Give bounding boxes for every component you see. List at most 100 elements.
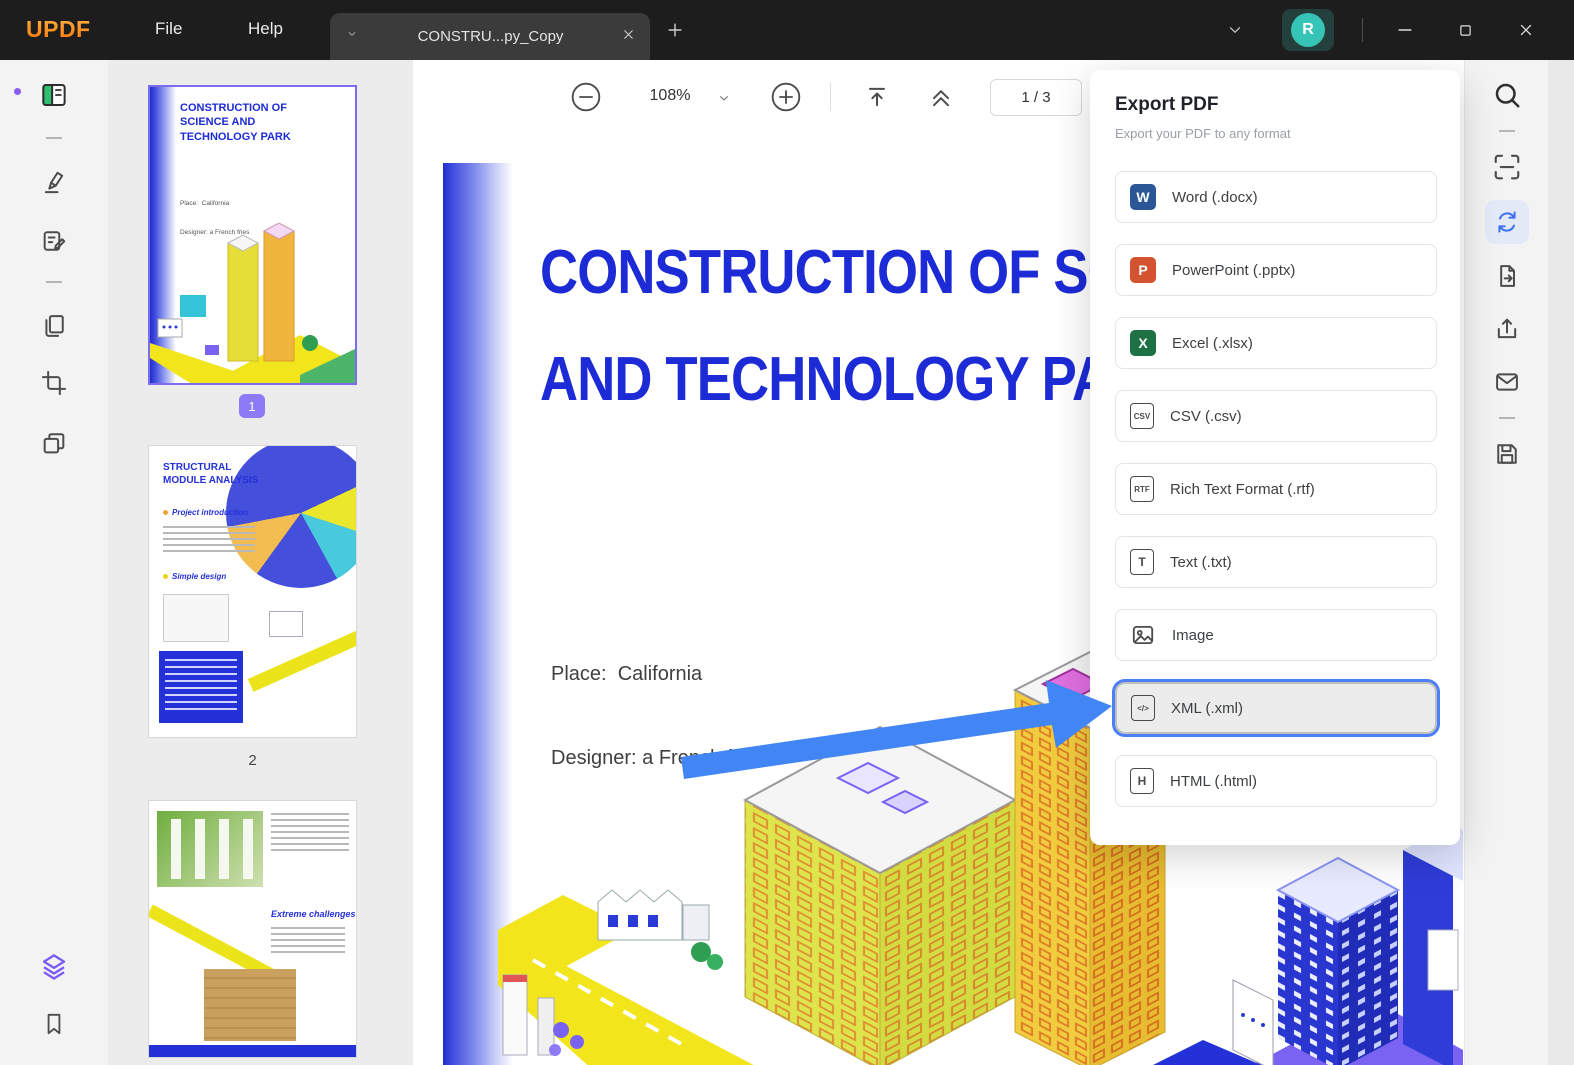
word-icon: W — [1130, 184, 1156, 210]
page-thumbnail-3[interactable]: Extreme challenges — [148, 800, 357, 1058]
zoom-in-icon — [770, 81, 802, 113]
highlight-tool-button[interactable] — [40, 167, 68, 195]
thumb2-bullet1: Project introduction — [163, 508, 248, 517]
export-option-powerpoint[interactable]: P PowerPoint (.pptx) — [1115, 244, 1437, 296]
thumbnail-panel-toggle[interactable] — [39, 80, 69, 110]
save-button[interactable] — [1493, 440, 1521, 468]
thumb2-building-art — [269, 611, 303, 637]
notification-dot — [14, 88, 21, 95]
account-button[interactable]: R — [1282, 9, 1334, 51]
comment-tool-button[interactable] — [40, 227, 68, 255]
previous-view-button[interactable] — [927, 83, 955, 111]
thumb3-photo-green — [157, 811, 263, 887]
zoom-out-button[interactable] — [570, 81, 602, 113]
thumb3-bullet: Extreme challenges — [271, 909, 356, 919]
scrollbar-track[interactable] — [1548, 60, 1574, 1065]
page-indicator[interactable]: 1 / 3 — [990, 79, 1082, 116]
image-icon — [1130, 622, 1156, 648]
tab-close-icon[interactable] — [621, 27, 636, 47]
scroll-to-top-button[interactable] — [863, 83, 891, 111]
export-page-button[interactable] — [1493, 262, 1521, 290]
export-option-text[interactable]: T Text (.txt) — [1115, 536, 1437, 588]
export-option-label: Word (.docx) — [1172, 189, 1258, 206]
export-panel-subtitle: Export your PDF to any format — [1115, 126, 1437, 141]
page-thumbnail-2[interactable]: STRUCTURAL MODULE ANALYSIS Project intro… — [148, 445, 357, 738]
page-edit-button[interactable] — [40, 312, 68, 340]
chevron-down-icon — [716, 90, 732, 106]
thumb1-title: CONSTRUCTION OF SCIENCE AND TECHNOLOGY P… — [180, 101, 330, 144]
highlighter-icon — [40, 167, 68, 195]
maximize-button[interactable] — [1445, 12, 1485, 48]
export-option-csv[interactable]: CSV CSV (.csv) — [1115, 390, 1437, 442]
share-button[interactable] — [1493, 315, 1521, 343]
ocr-button[interactable] — [1492, 152, 1522, 182]
export-option-label: CSV (.csv) — [1170, 408, 1242, 425]
crop-tool-button[interactable] — [40, 369, 68, 397]
page-thumbnail-1[interactable]: CONSTRUCTION OF SCIENCE AND TECHNOLOGY P… — [148, 85, 357, 385]
export-pdf-panel: Export PDF Export your PDF to any format… — [1090, 70, 1460, 845]
minimize-button[interactable] — [1385, 12, 1425, 48]
rail-divider — [1499, 130, 1515, 132]
bookmark-panel-button[interactable] — [41, 1011, 67, 1037]
export-option-html[interactable]: H HTML (.html) — [1115, 755, 1437, 807]
text-file-icon: T — [1130, 549, 1154, 575]
save-icon — [1493, 440, 1521, 468]
export-option-label: Excel (.xlsx) — [1172, 335, 1253, 352]
export-option-image[interactable]: Image — [1115, 609, 1437, 661]
email-button[interactable] — [1493, 368, 1521, 396]
xml-icon: </> — [1131, 695, 1155, 721]
rail-divider — [46, 137, 62, 139]
collapse-top-icon — [863, 83, 891, 111]
tab-chevron-icon[interactable] — [344, 26, 360, 47]
bookmark-icon — [41, 1011, 67, 1037]
thumb2-bluebox — [159, 651, 243, 723]
close-button[interactable] — [1506, 12, 1546, 48]
organize-pages-button[interactable] — [40, 429, 68, 457]
export-option-label: Image — [1172, 627, 1214, 644]
thumb1-page-badge: 1 — [239, 394, 265, 418]
layers-icon — [39, 951, 69, 981]
thumb3-textblock2 — [271, 927, 345, 957]
zoom-dropdown[interactable] — [716, 90, 732, 106]
search-button[interactable] — [1492, 80, 1522, 110]
thumb2-textblock — [163, 526, 255, 554]
right-toolbar — [1464, 60, 1548, 1065]
zoom-level[interactable]: 108% — [638, 87, 702, 105]
share-icon — [1493, 315, 1521, 343]
export-option-label: XML (.xml) — [1171, 700, 1243, 717]
export-option-label: HTML (.html) — [1170, 773, 1257, 790]
layers-panel-button[interactable] — [39, 951, 69, 981]
menu-help[interactable]: Help — [248, 19, 283, 39]
left-toolbar — [0, 60, 108, 1065]
export-option-xml[interactable]: </> XML (.xml) — [1115, 682, 1437, 734]
export-option-excel[interactable]: X Excel (.xlsx) — [1115, 317, 1437, 369]
zoom-out-icon — [570, 81, 602, 113]
rail-divider — [46, 281, 62, 283]
new-tab-button[interactable] — [655, 12, 695, 48]
organize-icon — [40, 429, 68, 457]
export-option-rtf[interactable]: RTF Rich Text Format (.rtf) — [1115, 463, 1437, 515]
export-pdf-button[interactable] — [1485, 200, 1529, 244]
export-option-word[interactable]: W Word (.docx) — [1115, 171, 1437, 223]
ocr-scan-icon — [1492, 152, 1522, 182]
thumb2-bullet2: Simple design — [163, 572, 226, 581]
thumb2-title: STRUCTURAL MODULE ANALYSIS — [163, 462, 273, 487]
rtf-icon: RTF — [1130, 476, 1154, 502]
csv-icon: CSV — [1130, 403, 1154, 429]
convert-icon — [1493, 208, 1521, 236]
updf-app-window: UPDF File Help CONSTRU...py_Copy R — [0, 0, 1574, 1065]
crop-icon — [40, 369, 68, 397]
toolbar-collapse-chevron[interactable] — [1215, 12, 1255, 48]
toolbar-divider — [830, 83, 831, 111]
export-option-label: Rich Text Format (.rtf) — [1170, 481, 1315, 498]
export-doc-icon — [1493, 262, 1521, 290]
menu-file[interactable]: File — [155, 19, 182, 39]
pages-icon — [40, 312, 68, 340]
document-tab[interactable]: CONSTRU...py_Copy — [330, 13, 650, 60]
double-chevron-up-icon — [927, 83, 955, 111]
zoom-in-button[interactable] — [770, 81, 802, 113]
mail-icon — [1493, 368, 1521, 396]
thumb3-textblock — [271, 813, 349, 853]
tab-title: CONSTRU...py_Copy — [360, 28, 621, 45]
bullet-dot — [163, 510, 168, 515]
